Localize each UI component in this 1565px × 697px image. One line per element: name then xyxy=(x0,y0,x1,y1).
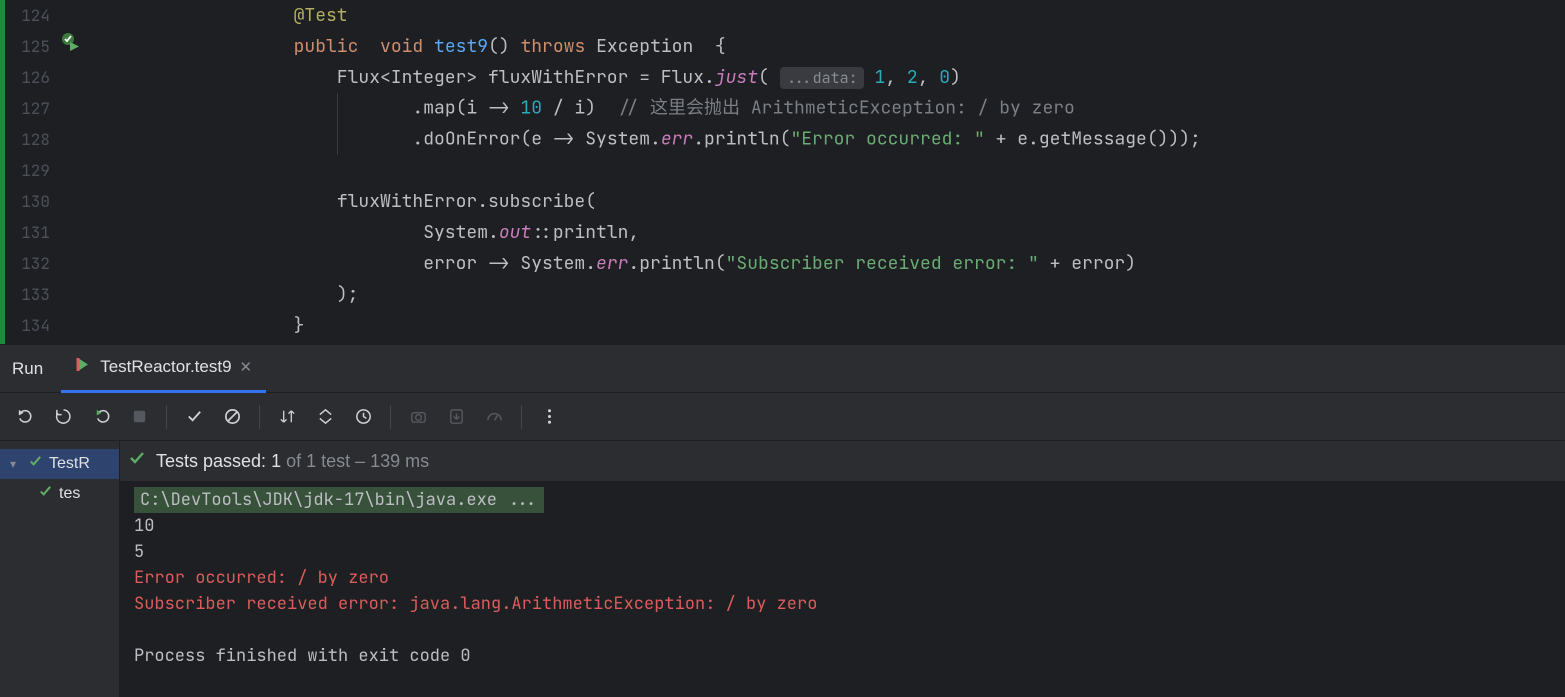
test-tree-item-label: tes xyxy=(59,485,80,503)
test-tree-root[interactable]: TestR xyxy=(0,449,119,479)
import-tests-button xyxy=(439,400,473,434)
line-number[interactable]: 124 xyxy=(0,5,56,26)
test-tree-item[interactable]: tes xyxy=(0,479,119,509)
code-line[interactable]: 132 error -> System.err.println("Subscri… xyxy=(0,248,1565,279)
console-output[interactable]: Tests passed: 1 of 1 test – 139 ms C:\De… xyxy=(120,441,1565,697)
expand-all-button[interactable] xyxy=(308,400,342,434)
source-text[interactable]: Flux<Integer> fluxWithError = Flux.just(… xyxy=(96,66,961,89)
run-tab-active[interactable]: TestReactor.test9 ✕ xyxy=(61,345,266,393)
status-suffix: of 1 test – 139 ms xyxy=(281,451,429,471)
console-stderr: Subscriber received error: java.lang.Ari… xyxy=(134,591,1555,617)
show-ignored-button[interactable] xyxy=(215,400,249,434)
rerun-failed-button[interactable] xyxy=(46,400,80,434)
separator xyxy=(390,405,391,429)
sort-button[interactable] xyxy=(270,400,304,434)
gutter-cell xyxy=(56,186,96,217)
rerun-button[interactable] xyxy=(8,400,42,434)
source-text[interactable]: .map(i -> 10 / i) // 这里会抛出 ArithmeticExc… xyxy=(96,93,1075,124)
vcs-gutter xyxy=(0,0,5,344)
gutter-cell xyxy=(56,93,96,124)
source-text[interactable]: .doOnError(e -> System.err.println("Erro… xyxy=(96,124,1201,155)
gutter-cell xyxy=(56,248,96,279)
source-text[interactable]: public void test9() throws Exception { xyxy=(96,35,726,58)
source-text[interactable]: error -> System.err.println("Subscriber … xyxy=(96,252,1136,275)
line-number[interactable]: 130 xyxy=(0,191,56,212)
chevron-down-icon[interactable] xyxy=(10,457,22,471)
gutter-cell xyxy=(56,310,96,341)
screenshot-button xyxy=(401,400,435,434)
line-number[interactable]: 126 xyxy=(0,67,56,88)
console-stdout: 10 xyxy=(134,513,1555,539)
close-icon[interactable]: ✕ xyxy=(240,358,253,376)
code-line[interactable]: 131 System.out::println, xyxy=(0,217,1565,248)
check-icon xyxy=(128,448,146,474)
inlay-hint: ...data: xyxy=(780,67,864,89)
more-button[interactable] xyxy=(532,400,566,434)
status-passed-prefix: Tests passed: xyxy=(156,451,271,471)
line-number[interactable]: 129 xyxy=(0,160,56,181)
console-exit: Process finished with exit code 0 xyxy=(134,643,1555,669)
gutter-cell xyxy=(56,0,96,31)
toggle-auto-test-button[interactable] xyxy=(84,400,118,434)
line-number[interactable]: 128 xyxy=(0,129,56,150)
line-number[interactable]: 134 xyxy=(0,315,56,336)
run-title: Run xyxy=(12,359,43,379)
console-command: C:\DevTools\JDK\jdk-17\bin\java.exe ... xyxy=(134,487,544,513)
line-number[interactable]: 131 xyxy=(0,222,56,243)
show-passed-button[interactable] xyxy=(177,400,211,434)
code-editor[interactable]: 124 @Test125 public void test9() throws … xyxy=(0,0,1565,344)
test-tree[interactable]: TestR tes xyxy=(0,441,120,697)
separator xyxy=(259,405,260,429)
source-text[interactable]: } xyxy=(96,314,304,337)
check-icon xyxy=(28,454,43,474)
source-text[interactable]: System.out::println, xyxy=(96,221,639,244)
gutter-cell xyxy=(56,279,96,310)
source-text[interactable]: ); xyxy=(96,283,358,306)
console-stdout: 5 xyxy=(134,539,1555,565)
source-text[interactable]: @Test xyxy=(96,4,348,27)
check-icon xyxy=(38,484,53,504)
gutter-cell xyxy=(56,124,96,155)
line-number[interactable]: 132 xyxy=(0,253,56,274)
run-tool-window: Run TestReactor.test9 ✕ xyxy=(0,344,1565,697)
line-number[interactable]: 133 xyxy=(0,284,56,305)
code-line[interactable]: 134 } xyxy=(0,310,1565,341)
separator xyxy=(166,405,167,429)
code-line[interactable]: 129 xyxy=(0,155,1565,186)
code-line[interactable]: 126 Flux<Integer> fluxWithError = Flux.j… xyxy=(0,62,1565,93)
code-line[interactable]: 128 .doOnError(e -> System.err.println("… xyxy=(0,124,1565,155)
console-lines[interactable]: C:\DevTools\JDK\jdk-17\bin\java.exe ... … xyxy=(134,487,1555,669)
code-line[interactable]: 133 ); xyxy=(0,279,1565,310)
test-status-bar: Tests passed: 1 of 1 test – 139 ms xyxy=(120,441,1565,481)
stop-button[interactable] xyxy=(122,400,156,434)
separator xyxy=(521,405,522,429)
test-tree-root-label: TestR xyxy=(49,455,90,473)
code-line[interactable]: 124 @Test xyxy=(0,0,1565,31)
test-history-button[interactable] xyxy=(346,400,380,434)
run-test-gutter-icon[interactable] xyxy=(56,31,96,62)
run-toolbar xyxy=(0,393,1565,441)
gutter-cell xyxy=(56,155,96,186)
code-line[interactable]: 127 .map(i -> 10 / i) // 这里会抛出 Arithmeti… xyxy=(0,93,1565,124)
run-config-icon xyxy=(75,356,92,378)
gutter-cell xyxy=(56,217,96,248)
code-line[interactable]: 130 fluxWithError.subscribe( xyxy=(0,186,1565,217)
run-header: Run TestReactor.test9 ✕ xyxy=(0,345,1565,393)
results-area: TestR tes Tests passed: 1 of 1 test – 13… xyxy=(0,441,1565,697)
line-number[interactable]: 125 xyxy=(0,36,56,57)
status-passed-count: 1 xyxy=(271,451,281,471)
profiler-button xyxy=(477,400,511,434)
run-tab-label: TestReactor.test9 xyxy=(100,357,231,377)
code-line[interactable]: 125 public void test9() throws Exception… xyxy=(0,31,1565,62)
console-stderr: Error occurred: / by zero xyxy=(134,565,1555,591)
source-text[interactable]: fluxWithError.subscribe( xyxy=(96,190,596,213)
line-number[interactable]: 127 xyxy=(0,98,56,119)
gutter-cell xyxy=(56,62,96,93)
